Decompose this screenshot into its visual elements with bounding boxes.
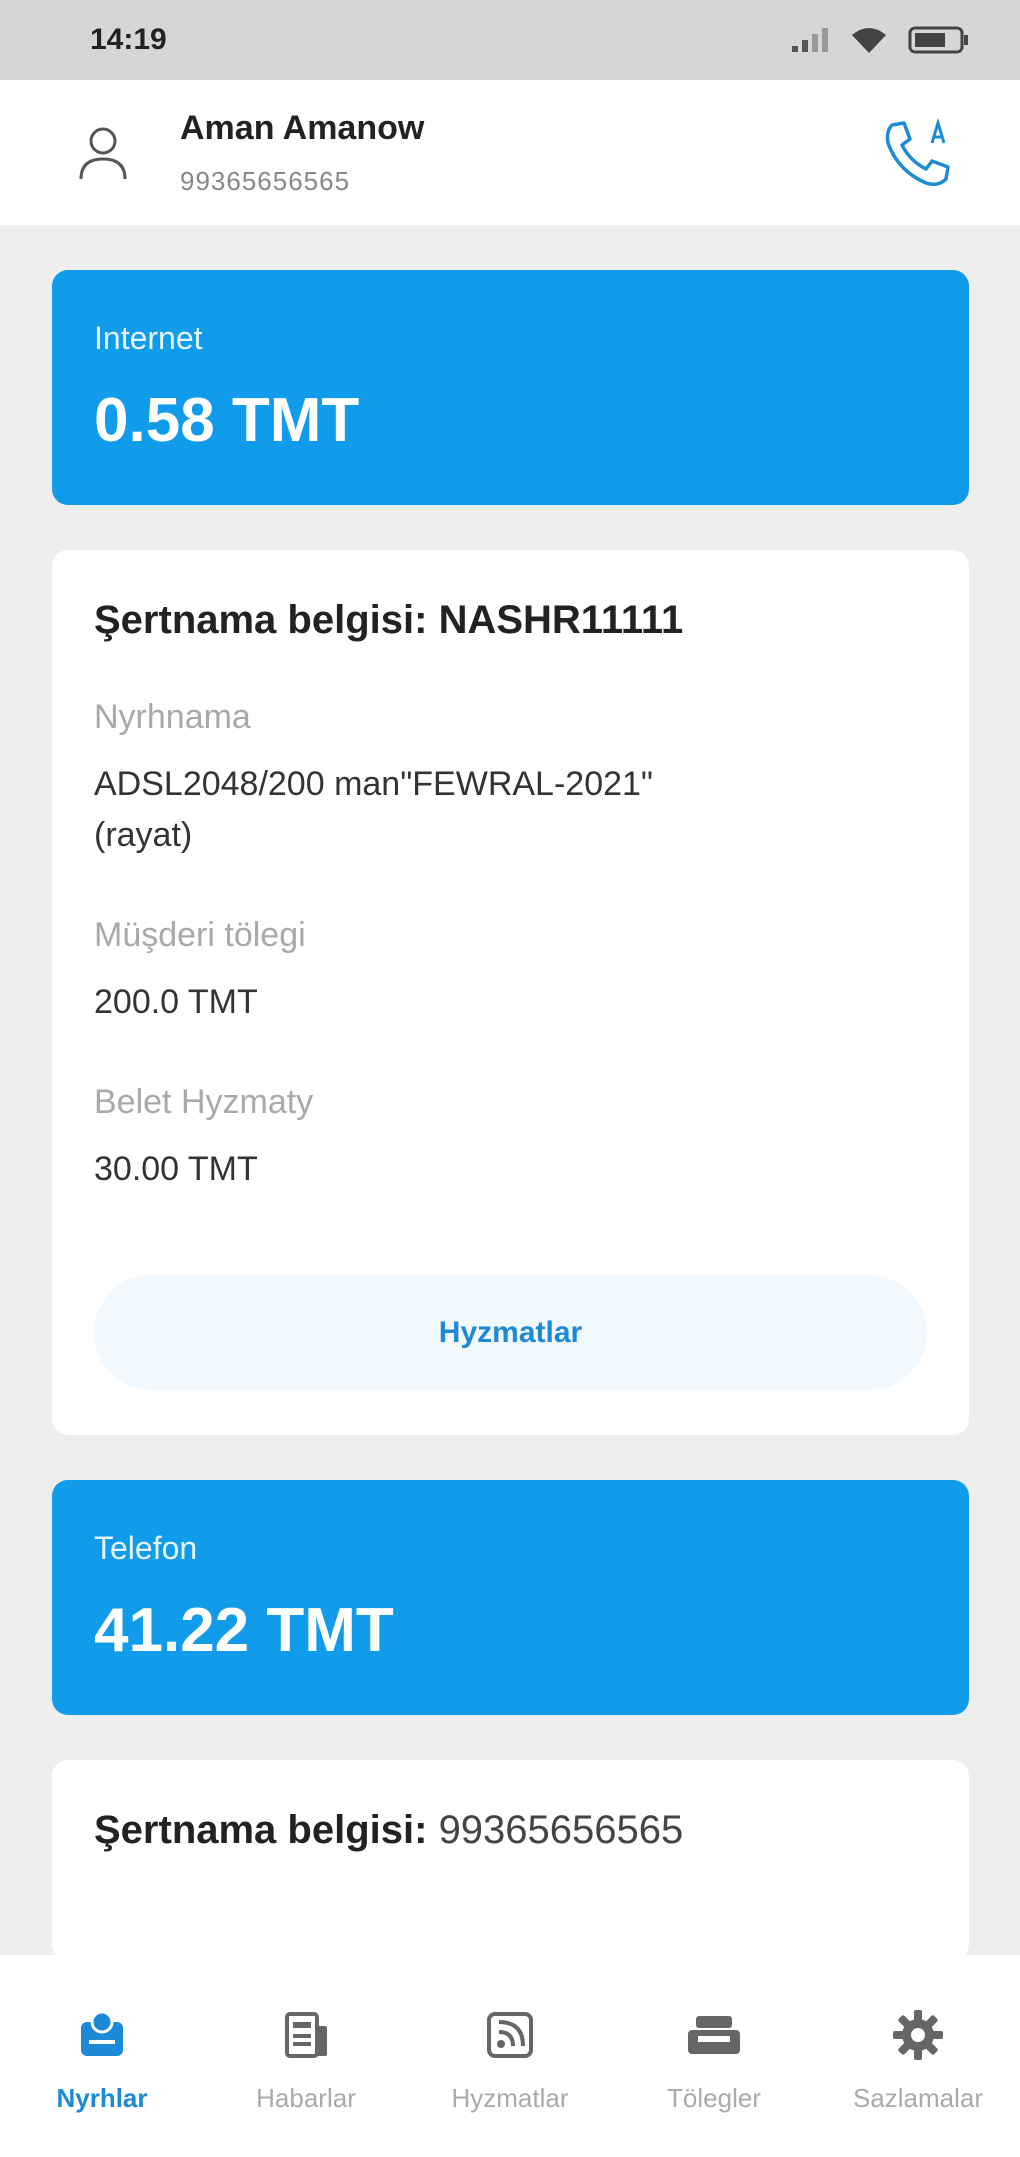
nav-item-hyzmatlar[interactable]: Hyzmatlar bbox=[410, 2005, 610, 2114]
telefon-balance-label: Telefon bbox=[94, 1530, 198, 1566]
status-bar: 14:19 bbox=[0, 0, 1020, 80]
services-button[interactable]: Hyzmatlar bbox=[94, 1275, 927, 1390]
telefon-details-card: Şertnama belgisi: 99365656565 bbox=[52, 1760, 969, 1960]
user-info: Aman Amanow 99365656565 bbox=[180, 109, 875, 197]
payments-icon bbox=[684, 2005, 744, 2065]
internet-details-card: Şertnama belgisi: NASHR11111 Nyrhnama AD… bbox=[52, 550, 969, 1435]
nav-label: Hyzmatlar bbox=[451, 2083, 569, 2113]
internet-balance-card[interactable]: Internet 0.58 TMT bbox=[52, 270, 969, 505]
telefon-balance-amount: 41.22 TMT bbox=[94, 1596, 394, 1665]
status-icons bbox=[790, 25, 970, 55]
main-content: Internet 0.58 TMT Şertnama belgisi: NASH… bbox=[52, 270, 969, 1960]
telefon-contract-line: Şertnama belgisi: 99365656565 bbox=[94, 1808, 927, 1853]
internet-contract-line: Şertnama belgisi: NASHR11111 bbox=[94, 598, 927, 643]
nav-label: Tölegler bbox=[667, 2083, 761, 2113]
wifi-icon bbox=[852, 28, 886, 53]
user-icon bbox=[70, 120, 135, 185]
contract-value: 99365656565 bbox=[438, 1808, 684, 1852]
internet-balance-label: Internet bbox=[94, 320, 203, 356]
nav-item-habarlar[interactable]: Habarlar bbox=[206, 2005, 406, 2114]
nav-item-sazlamalar[interactable]: Sazlamalar bbox=[818, 2005, 1018, 2114]
nav-label: Habarlar bbox=[256, 2083, 356, 2113]
services-icon bbox=[480, 2005, 540, 2065]
free-service-value: 30.00 TMT bbox=[94, 1150, 258, 1188]
customer-payment-label: Müşderi tölegi bbox=[94, 916, 306, 954]
nav-item-nyrhlar[interactable]: Nyrhlar bbox=[2, 2005, 202, 2114]
battery-icon bbox=[908, 26, 968, 54]
free-service-label: Belet Hyzmaty bbox=[94, 1083, 314, 1121]
status-time: 14:19 bbox=[90, 23, 167, 56]
accounts-icon bbox=[72, 2005, 132, 2065]
internet-balance-amount: 0.58 TMT bbox=[94, 386, 360, 455]
nav-label: Sazlamalar bbox=[852, 2083, 984, 2113]
nav-label: Nyrhlar bbox=[56, 2083, 148, 2113]
nav-item-tolegler[interactable]: Tölegler bbox=[614, 2005, 814, 2114]
telefon-balance-card[interactable]: Telefon 41.22 TMT bbox=[52, 1480, 969, 1715]
call-support-icon[interactable] bbox=[875, 110, 960, 195]
signal-icon bbox=[792, 28, 828, 52]
customer-payment-value: 200.0 TMT bbox=[94, 983, 258, 1021]
contract-label: Şertnama belgisi: bbox=[94, 598, 428, 642]
contract-value: NASHR11111 bbox=[438, 598, 684, 642]
user-phone: 99365656565 bbox=[180, 165, 351, 196]
news-icon bbox=[276, 2005, 336, 2065]
tariff-value: ADSL2048/200 man"FEWRAL-2021" (rayat) bbox=[94, 765, 653, 854]
user-name: Aman Amanow bbox=[180, 108, 425, 147]
profile-header: Aman Amanow 99365656565 bbox=[0, 80, 1020, 225]
contract-label: Şertnama belgisi: bbox=[94, 1808, 428, 1852]
tariff-label: Nyrhnama bbox=[94, 698, 251, 736]
bottom-navigation: Nyrhlar Habarlar Hyzmatlar Tölegler Sazl… bbox=[0, 1955, 1020, 2157]
settings-icon bbox=[888, 2005, 948, 2065]
